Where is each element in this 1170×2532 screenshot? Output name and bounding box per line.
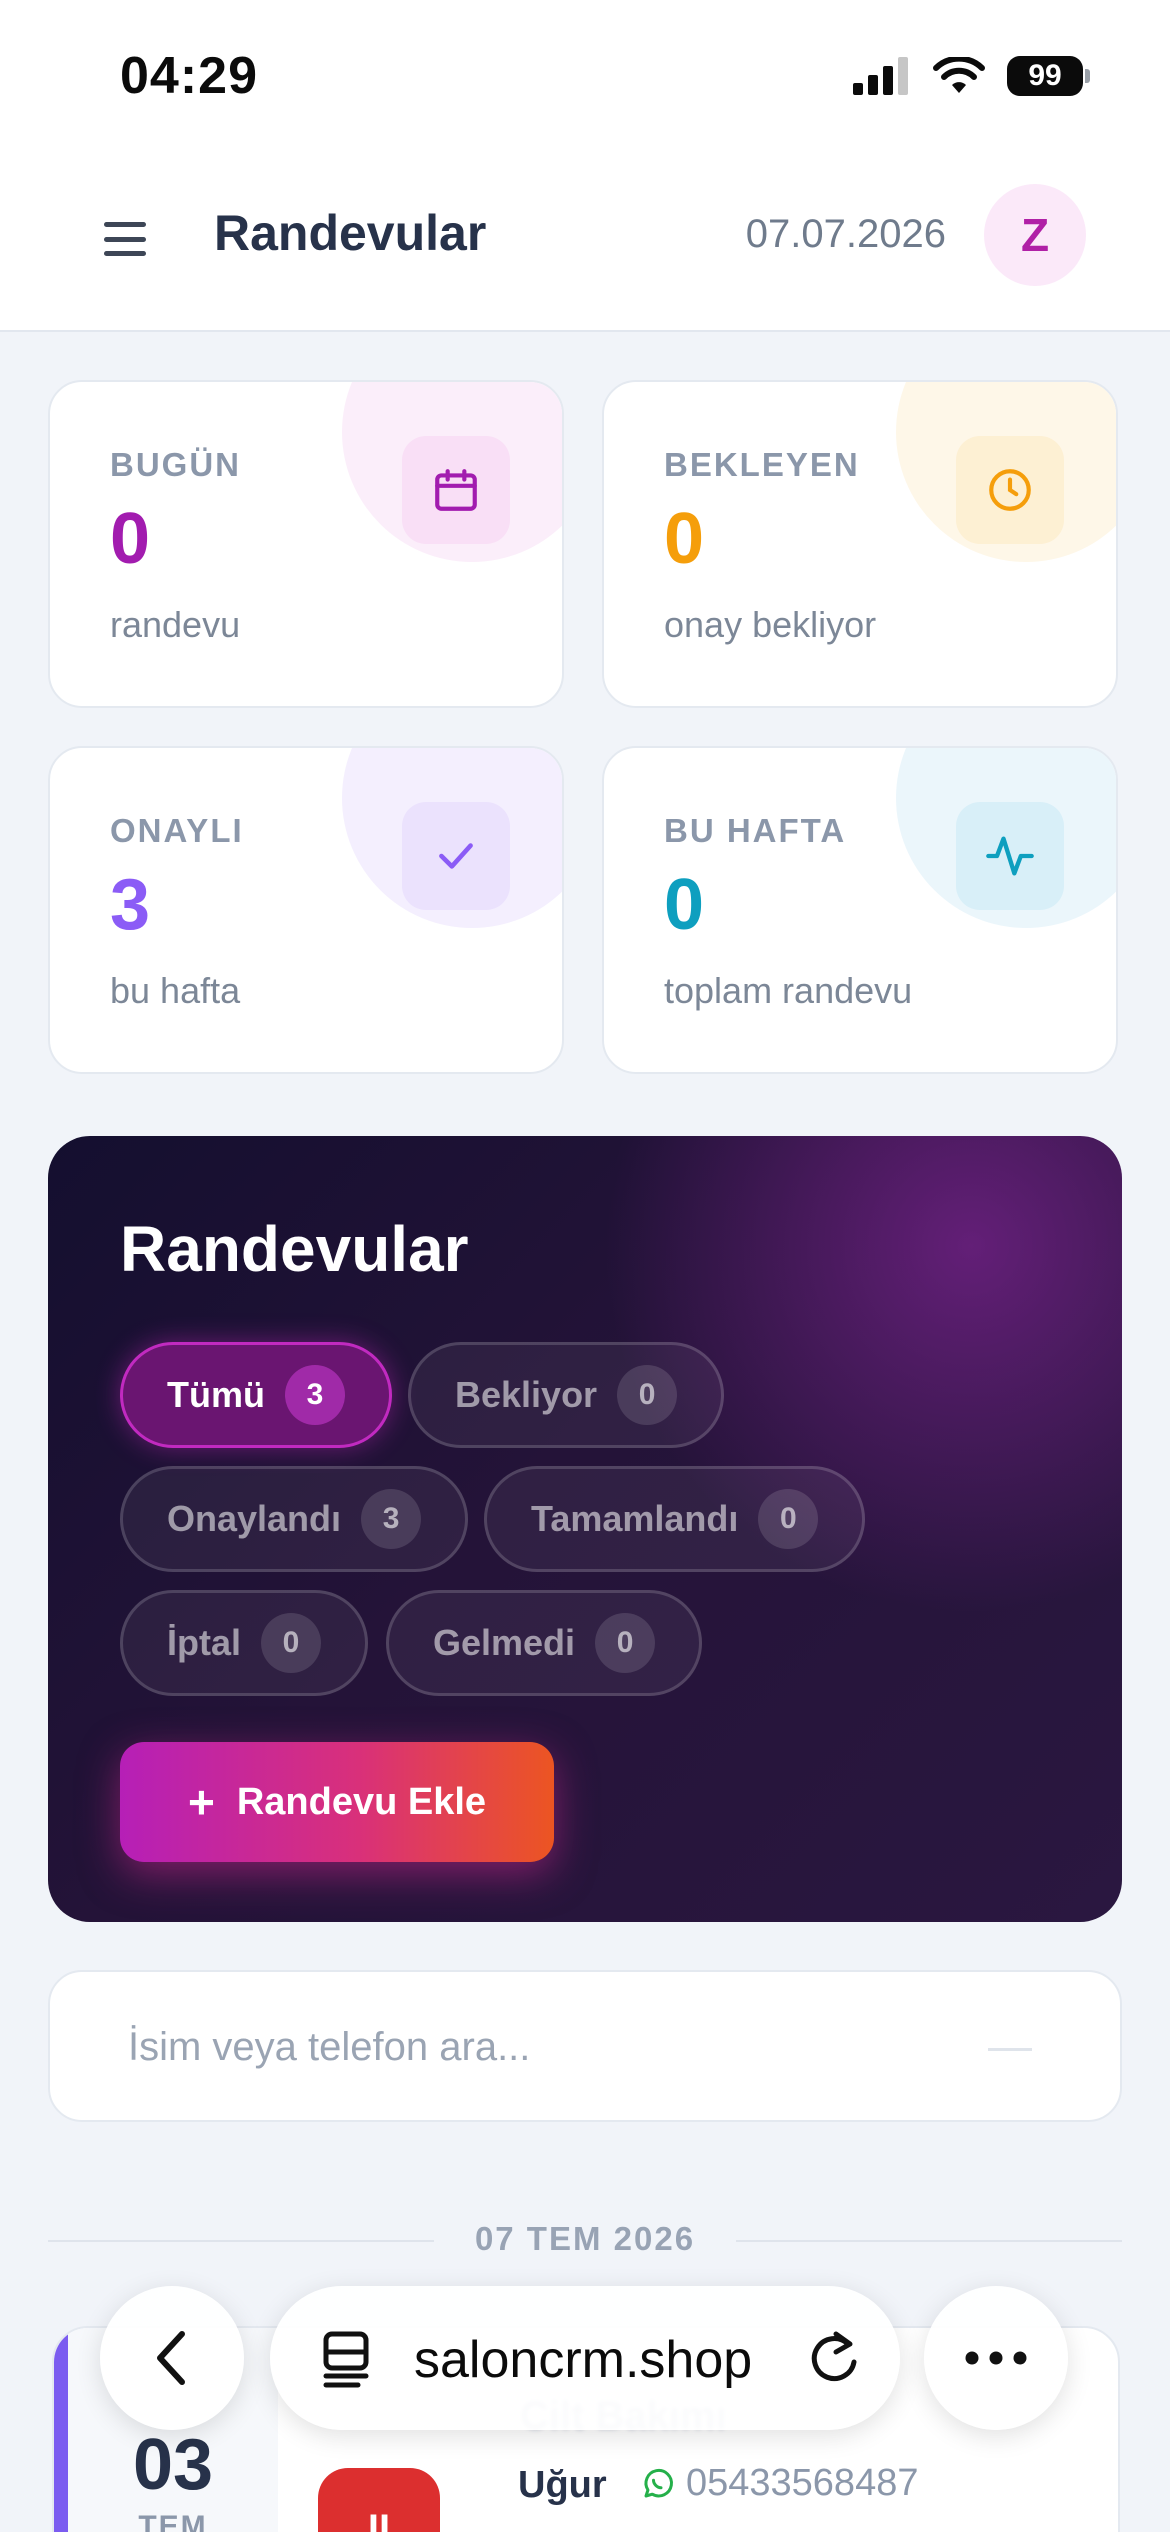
chip-label: Tamamlandı xyxy=(531,1498,739,1539)
chip-label: Gelmedi xyxy=(433,1622,576,1663)
reload-icon[interactable] xyxy=(810,2330,862,2386)
chip-count: 0 xyxy=(261,1613,322,1673)
chip-count: 0 xyxy=(758,1489,819,1549)
stat-label: BUGÜN xyxy=(110,446,241,483)
stat-subtitle: onay bekliyor xyxy=(664,604,877,645)
filter-chip-all[interactable]: Tümü 3 xyxy=(120,1342,392,1448)
filter-chip-confirmed[interactable]: Onaylandı 3 xyxy=(120,1466,469,1572)
cellular-signal-icon xyxy=(853,57,908,95)
customer-name: Uğur xyxy=(518,2464,607,2506)
stat-card-today: BUGÜN 0 randevu xyxy=(48,380,564,708)
status-accent-bar xyxy=(54,2328,68,2532)
stat-subtitle: randevu xyxy=(110,604,241,645)
stat-label: BEKLEYEN xyxy=(664,446,860,483)
wifi-icon xyxy=(933,57,985,93)
chip-label: Onaylandı xyxy=(167,1498,342,1539)
stat-value: 3 xyxy=(110,865,151,945)
chip-label: İptal xyxy=(167,1622,242,1663)
header-date: 07.07.2026 xyxy=(745,212,946,256)
stat-subtitle: bu hafta xyxy=(110,970,241,1011)
chip-label: Bekliyor xyxy=(455,1374,598,1415)
address-bar[interactable]: saloncrm.shop xyxy=(270,2286,900,2430)
battery-indicator: 99 xyxy=(1007,56,1090,96)
battery-level: 99 xyxy=(1007,56,1083,96)
status-time: 04:29 xyxy=(120,47,258,105)
search-input[interactable] xyxy=(128,2012,948,2082)
stat-label: ONAYLI xyxy=(110,812,244,849)
stat-card-pending: BEKLEYEN 0 onay bekliyor xyxy=(602,380,1118,708)
menu-button[interactable] xyxy=(104,222,146,256)
add-appointment-button[interactable]: + Randevu Ekle xyxy=(120,1742,554,1862)
hamburger-line xyxy=(104,236,146,242)
stat-label: BU HAFTA xyxy=(664,812,847,849)
chip-count: 3 xyxy=(361,1489,422,1549)
stat-subtitle: toplam randevu xyxy=(664,970,913,1011)
chip-count: 3 xyxy=(284,1365,345,1425)
chip-label: Tümü xyxy=(167,1374,265,1415)
more-icon xyxy=(965,2351,1027,2365)
url-text: saloncrm.shop xyxy=(414,2331,753,2389)
filter-chip-pending[interactable]: Bekliyor 0 xyxy=(408,1342,725,1448)
battery-tip xyxy=(1085,69,1090,83)
filter-chip-completed[interactable]: Tamamlandı 0 xyxy=(484,1466,866,1572)
calendar-icon xyxy=(402,436,510,544)
plus-icon: + xyxy=(187,1776,215,1828)
browser-back-button[interactable] xyxy=(100,2286,244,2430)
chevron-left-icon xyxy=(157,2331,185,2385)
activity-icon xyxy=(956,802,1064,910)
panel-title: Randevular xyxy=(120,1213,469,1285)
page-menu-icon[interactable] xyxy=(320,2330,374,2388)
stat-value: 0 xyxy=(664,499,705,579)
stat-value: 0 xyxy=(664,865,705,945)
customer-phone[interactable]: 05433568487 xyxy=(640,2462,918,2505)
phone-number: 05433568487 xyxy=(686,2462,919,2504)
chip-count: 0 xyxy=(595,1613,656,1673)
search-box xyxy=(48,1970,1122,2122)
page-title: Randevular xyxy=(214,205,487,261)
chip-count: 0 xyxy=(617,1365,678,1425)
appointment-day: 03 xyxy=(132,2425,214,2505)
stat-card-this-week: BU HAFTA 0 toplam randevu xyxy=(602,746,1118,1074)
date-divider: 07 TEM 2026 xyxy=(48,2218,1122,2262)
filter-chip-no-show[interactable]: Gelmedi 0 xyxy=(386,1590,703,1696)
status-icon: II xyxy=(318,2468,440,2532)
browser-more-button[interactable] xyxy=(924,2286,1068,2430)
status-icons: 99 xyxy=(853,56,1090,96)
check-icon xyxy=(402,802,510,910)
stat-value: 0 xyxy=(110,499,151,579)
clear-icon xyxy=(988,2048,1032,2051)
stat-card-confirmed: ONAYLI 3 bu hafta xyxy=(48,746,564,1074)
avatar[interactable]: Z xyxy=(984,184,1086,286)
date-group-label: 07 TEM 2026 xyxy=(474,2220,696,2257)
hamburger-line xyxy=(104,251,146,256)
clock-icon xyxy=(956,436,1064,544)
whatsapp-icon xyxy=(644,2468,673,2497)
appointments-panel: Randevular Tümü 3 Bekliyor 0 Onaylandı 3… xyxy=(48,1136,1122,1922)
add-button-label: Randevu Ekle xyxy=(236,1780,487,1823)
appointment-month: TEM xyxy=(138,2510,208,2532)
hamburger-icon xyxy=(104,222,146,227)
filter-chip-cancelled[interactable]: İptal 0 xyxy=(120,1590,369,1696)
